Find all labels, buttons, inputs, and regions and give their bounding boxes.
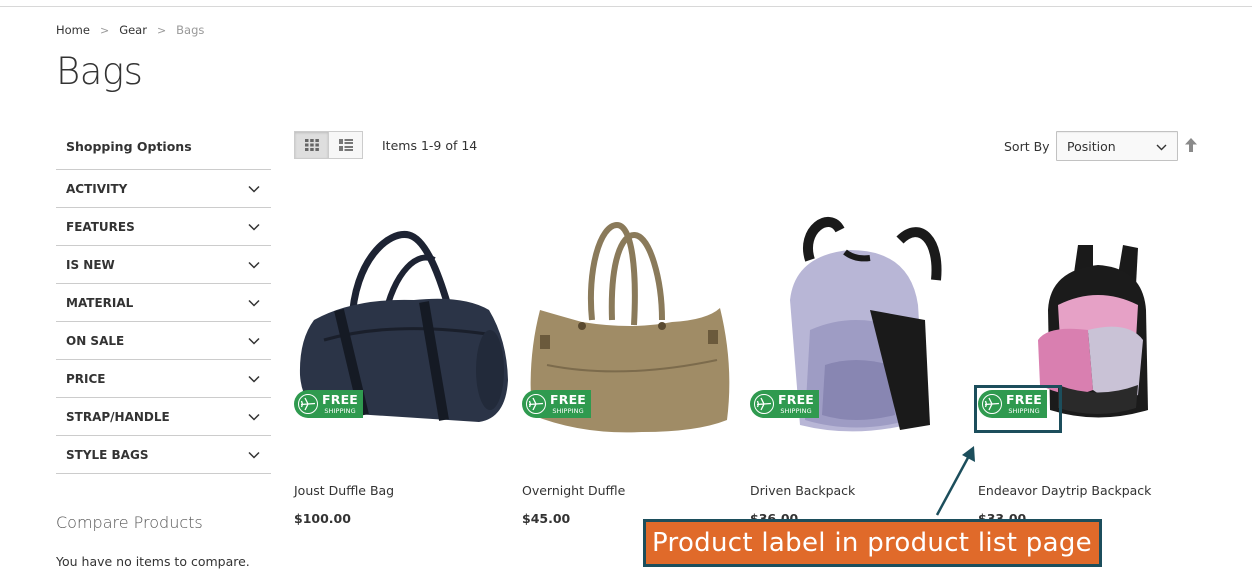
airplane-icon: [752, 392, 776, 416]
filter-material[interactable]: MATERIAL: [56, 283, 271, 321]
breadcrumb-gear[interactable]: Gear: [119, 23, 147, 37]
filter-style-bags[interactable]: STYLE BAGS: [56, 435, 271, 473]
filter-label: IS NEW: [66, 257, 115, 272]
chevron-down-icon: [247, 410, 261, 424]
list-icon: [338, 136, 353, 155]
filter-label: STRAP/HANDLE: [66, 409, 170, 424]
filter-label: PRICE: [66, 371, 106, 386]
airplane-icon: [524, 392, 548, 416]
chevron-down-icon: [247, 334, 261, 348]
chevron-down-icon: [247, 182, 261, 196]
chevron-down-icon: [247, 296, 261, 310]
breadcrumb-current: Bags: [176, 23, 205, 37]
sort-direction-button[interactable]: [1184, 137, 1198, 156]
breadcrumb-home[interactable]: Home: [56, 23, 90, 37]
filter-label: MATERIAL: [66, 295, 134, 310]
annotation-highlight-box: [974, 385, 1062, 433]
product-name[interactable]: Endeavor Daytrip Backpack: [978, 483, 1151, 498]
chevron-down-icon: [247, 220, 261, 234]
filter-features[interactable]: FEATURES: [56, 207, 271, 245]
product-name[interactable]: Joust Duffle Bag: [294, 483, 394, 498]
product-image[interactable]: [750, 190, 968, 460]
filter-price[interactable]: PRICE: [56, 359, 271, 397]
chevron-down-icon: [1156, 139, 1167, 154]
product-image[interactable]: [522, 190, 740, 460]
breadcrumb-separator: >: [99, 23, 110, 37]
sort-selected-value: Position: [1067, 138, 1116, 154]
sort-by-select[interactable]: Position: [1056, 131, 1178, 161]
grid-icon: [304, 136, 319, 155]
grid-view-button[interactable]: [294, 131, 329, 159]
filter-label: ACTIVITY: [66, 181, 128, 196]
filter-is-new[interactable]: IS NEW: [56, 245, 271, 283]
breadcrumb-separator: >: [156, 23, 167, 37]
arrow-up-icon: [1185, 137, 1197, 156]
label-line2: SHIPPING: [552, 406, 584, 415]
compare-products-title: Compare Products: [56, 513, 203, 532]
annotation-arrow-icon: [920, 440, 980, 524]
chevron-down-icon: [247, 448, 261, 462]
filter-strap-handle[interactable]: STRAP/HANDLE: [56, 397, 271, 435]
product-name[interactable]: Overnight Duffle: [522, 483, 625, 498]
layered-navigation: Shopping Options ACTIVITY FEATURES IS NE…: [56, 130, 271, 474]
shopping-options-title: Shopping Options: [66, 139, 192, 154]
free-shipping-label: FREE SHIPPING: [522, 390, 591, 418]
free-shipping-label: FREE SHIPPING: [750, 390, 819, 418]
compare-empty-message: You have no items to compare.: [56, 554, 250, 569]
products-toolbar: Items 1-9 of 14 Sort By Position: [294, 131, 1204, 161]
filter-activity[interactable]: ACTIVITY: [56, 169, 271, 207]
filter-on-sale[interactable]: ON SALE: [56, 321, 271, 359]
chevron-down-icon: [247, 258, 261, 272]
sort-by-label: Sort By: [1004, 139, 1050, 154]
filter-label: FEATURES: [66, 219, 135, 234]
page-title: Bags: [56, 50, 143, 93]
label-line1: FREE: [322, 392, 359, 407]
free-shipping-label: FREE SHIPPING: [294, 390, 363, 418]
label-line2: SHIPPING: [324, 406, 356, 415]
view-modes: [294, 131, 363, 159]
chevron-down-icon: [247, 372, 261, 386]
label-line1: FREE: [778, 392, 815, 407]
airplane-icon: [296, 392, 320, 416]
filter-list: ACTIVITY FEATURES IS NEW MATERIAL ON SAL…: [56, 169, 271, 474]
label-line1: FREE: [550, 392, 587, 407]
product-name[interactable]: Driven Backpack: [750, 483, 855, 498]
list-view-button[interactable]: [328, 131, 363, 159]
product-image[interactable]: [294, 190, 512, 460]
breadcrumb: Home > Gear > Bags: [56, 23, 204, 37]
header-divider: [0, 0, 1252, 7]
filter-label: STYLE BAGS: [66, 447, 149, 462]
label-line2: SHIPPING: [780, 406, 812, 415]
filter-label: ON SALE: [66, 333, 125, 348]
product-price: $45.00: [522, 511, 571, 526]
product-price: $100.00: [294, 511, 351, 526]
toolbar-amount: Items 1-9 of 14: [382, 138, 478, 153]
annotation-callout: Product label in product list page: [643, 519, 1102, 567]
